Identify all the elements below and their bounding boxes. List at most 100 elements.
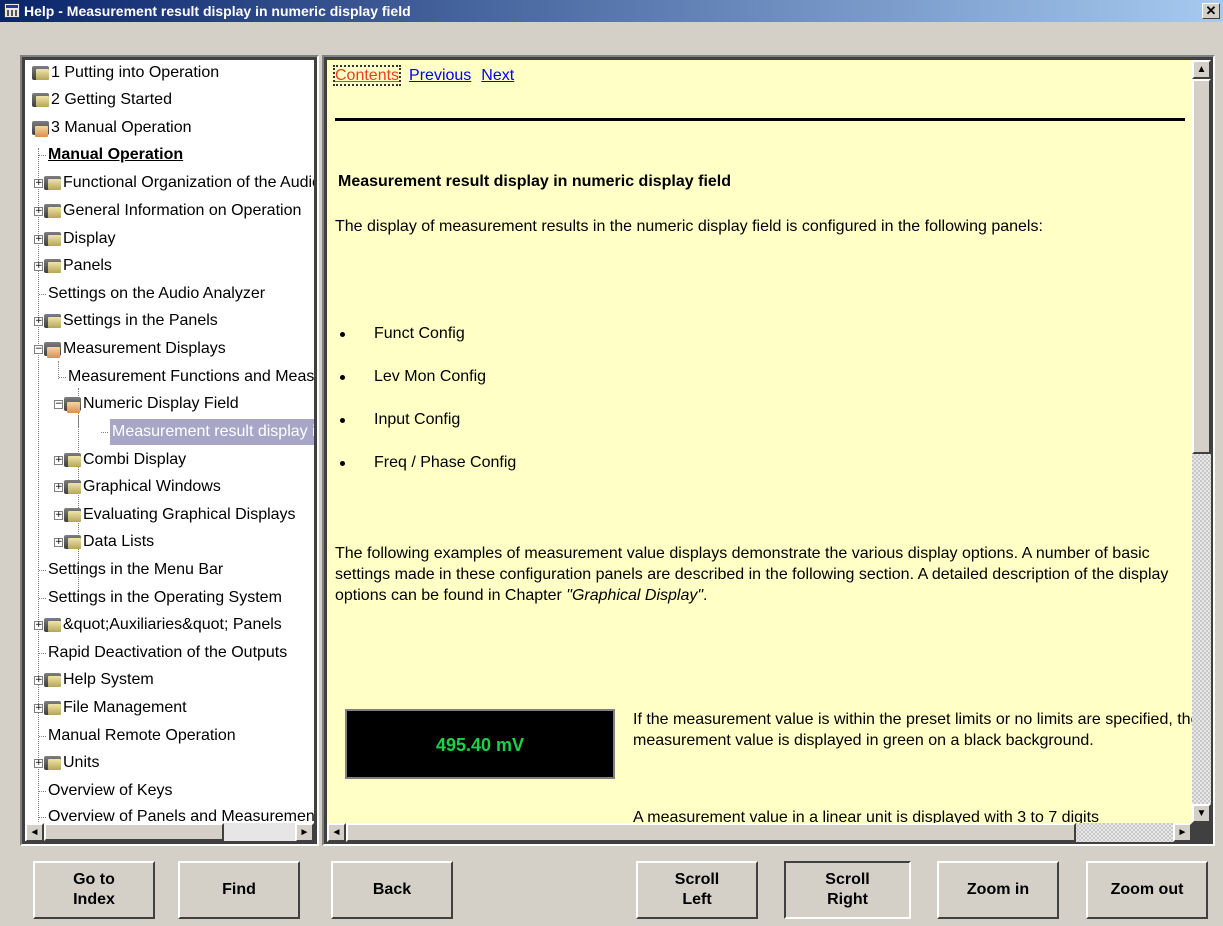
tree-item-rapid-deactivation[interactable]: Rapid Deactivation of the Outputs <box>39 640 287 666</box>
tree-item-settings-operating-system[interactable]: Settings in the Operating System <box>39 585 282 611</box>
tree-item-combi-display[interactable]: + Combi Display <box>54 447 186 473</box>
collapse-icon[interactable]: − <box>54 399 63 409</box>
folder-icon <box>44 618 61 632</box>
tree-item-settings-in-panels[interactable]: + Settings in the Panels <box>34 308 218 334</box>
tree-item-file-management[interactable]: + File Management <box>34 695 187 721</box>
tree-item-general-information[interactable]: + General Information on Operation <box>34 198 301 224</box>
tree-item-putting-into-operation[interactable]: 1 Putting into Operation <box>32 60 219 86</box>
find-button[interactable]: Find <box>178 861 300 919</box>
expand-icon[interactable]: + <box>54 455 63 465</box>
folder-icon <box>32 66 49 80</box>
folder-icon <box>44 204 61 218</box>
previous-link[interactable]: Previous <box>409 67 471 84</box>
folder-icon <box>44 232 61 246</box>
scroll-right-arrow-icon[interactable]: ► <box>1173 823 1192 842</box>
folder-icon <box>64 508 81 522</box>
tree-item-measurement-displays[interactable]: − Measurement Displays <box>34 336 226 362</box>
list-item: Input Config <box>338 410 516 453</box>
scroll-down-arrow-icon[interactable]: ▼ <box>1192 804 1211 823</box>
expand-icon[interactable]: + <box>34 178 43 188</box>
expand-icon[interactable]: + <box>34 261 43 271</box>
expand-icon[interactable]: + <box>34 703 43 713</box>
tree-item-data-lists[interactable]: + Data Lists <box>54 529 154 555</box>
expand-icon[interactable]: + <box>34 234 43 244</box>
help-content-frame: Contents Previous Next Measurement result … <box>322 55 1215 846</box>
example-description: If the measurement value is within the p… <box>633 711 1192 749</box>
page-heading: Measurement result display in numeric di… <box>338 173 732 190</box>
tree-horizontal-scrollbar[interactable]: ◄ ► <box>25 823 314 841</box>
scroll-up-arrow-icon[interactable]: ▲ <box>1192 60 1211 79</box>
folder-icon <box>44 314 61 328</box>
zoom-out-button[interactable]: Zoom out <box>1086 861 1208 919</box>
contents-tree-frame: 1 Putting into Operation 2 Getting Start… <box>20 55 319 846</box>
help-window-icon <box>4 3 20 18</box>
tree-item-functional-organization[interactable]: +Functional Organization of the Audio An… <box>34 170 314 196</box>
tree-item-display[interactable]: + Display <box>34 226 115 252</box>
tree-item-overview-of-keys[interactable]: Overview of Keys <box>39 778 172 804</box>
tree-item-manual-operation[interactable]: Manual Operation <box>39 142 183 168</box>
content-horizontal-scrollbar[interactable]: ◄ ► <box>327 823 1192 842</box>
scroll-right-arrow-icon[interactable]: ► <box>295 823 314 841</box>
scroll-right-button[interactable]: Scroll Right <box>784 861 911 919</box>
example-numeric-display: 495.40 mV <box>345 709 615 779</box>
next-link[interactable]: Next <box>481 67 514 84</box>
list-item: Funct Config <box>338 324 516 367</box>
collapse-icon[interactable]: − <box>34 344 43 354</box>
tree-item-measurement-result-display[interactable]: Measurement result display in numeric di… <box>101 419 314 445</box>
expand-icon[interactable]: + <box>54 482 63 492</box>
contents-tree[interactable]: 1 Putting into Operation 2 Getting Start… <box>25 60 314 841</box>
tree-item-measurement-functions[interactable]: Measurement Functions and Measurement Re… <box>59 364 314 390</box>
examples-paragraph: The following examples of measurement va… <box>335 545 1169 604</box>
folder-icon <box>64 480 81 494</box>
list-item: Lev Mon Config <box>338 367 516 410</box>
tree-item-settings-audio-analyzer[interactable]: Settings on the Audio Analyzer <box>39 281 265 307</box>
go-to-index-button[interactable]: Go to Index <box>33 861 155 919</box>
scroll-left-button[interactable]: Scroll Left <box>636 861 758 919</box>
folder-icon <box>32 93 49 107</box>
folder-icon <box>44 176 61 190</box>
close-button[interactable]: ✕ <box>1202 3 1220 19</box>
tree-scroll-thumb[interactable] <box>44 823 224 841</box>
expand-icon[interactable]: + <box>54 537 63 547</box>
contents-link[interactable]: Contents <box>332 65 402 86</box>
divider <box>335 118 1185 121</box>
folder-open-icon <box>64 397 81 413</box>
folder-icon <box>44 756 61 770</box>
tree-item-auxiliaries-panels[interactable]: + &quot;Auxiliaries&quot; Panels <box>34 612 282 638</box>
expand-icon[interactable]: + <box>34 206 43 216</box>
list-item: Freq / Phase Config <box>338 453 516 496</box>
scroll-left-arrow-icon[interactable]: ◄ <box>25 823 44 841</box>
zoom-in-button[interactable]: Zoom in <box>937 861 1059 919</box>
folder-icon <box>44 701 61 715</box>
tree-item-graphical-windows[interactable]: + Graphical Windows <box>54 474 221 500</box>
tree-item-manual-remote-operation[interactable]: Manual Remote Operation <box>39 723 236 749</box>
window-title: Help - Measurement result display in num… <box>24 3 411 19</box>
title-bar: Help - Measurement result display in num… <box>0 0 1223 22</box>
tree-item-settings-menu-bar[interactable]: Settings in the Menu Bar <box>39 557 223 583</box>
folder-icon <box>64 453 81 467</box>
expand-icon[interactable]: + <box>34 675 43 685</box>
expand-icon[interactable]: + <box>34 316 43 326</box>
folder-icon <box>64 535 81 549</box>
expand-icon[interactable]: + <box>54 510 63 520</box>
back-button[interactable]: Back <box>331 861 453 919</box>
tree-item-getting-started[interactable]: 2 Getting Started <box>32 87 172 113</box>
tree-item-help-system[interactable]: + Help System <box>34 667 154 693</box>
example-measurement-value: 495.40 mV <box>435 735 525 755</box>
scroll-left-arrow-icon[interactable]: ◄ <box>327 823 346 842</box>
content-hscroll-thumb[interactable] <box>346 823 1076 842</box>
content-vertical-scrollbar[interactable]: ▲ ▼ <box>1192 60 1211 823</box>
tree-item-panels[interactable]: + Panels <box>34 253 112 279</box>
tree-item-units[interactable]: + Units <box>34 750 99 776</box>
help-content: Contents Previous Next Measurement result … <box>327 60 1192 823</box>
example-description-continued: A measurement value in a linear unit is … <box>633 809 1100 823</box>
expand-icon[interactable]: + <box>34 758 43 768</box>
tree-item-numeric-display-field[interactable]: − Numeric Display Field <box>54 391 239 417</box>
content-vscroll-thumb[interactable] <box>1192 79 1211 454</box>
tree-item-evaluating-graphical[interactable]: + Evaluating Graphical Displays <box>54 502 296 528</box>
tree-item-manual-operation-chapter[interactable]: 3 Manual Operation <box>32 115 192 141</box>
expand-icon[interactable]: + <box>34 620 43 630</box>
folder-open-icon <box>32 121 49 137</box>
panel-list: Funct Config Lev Mon Config Input Config… <box>338 324 516 496</box>
intro-paragraph: The display of measurement results in th… <box>335 218 1043 235</box>
